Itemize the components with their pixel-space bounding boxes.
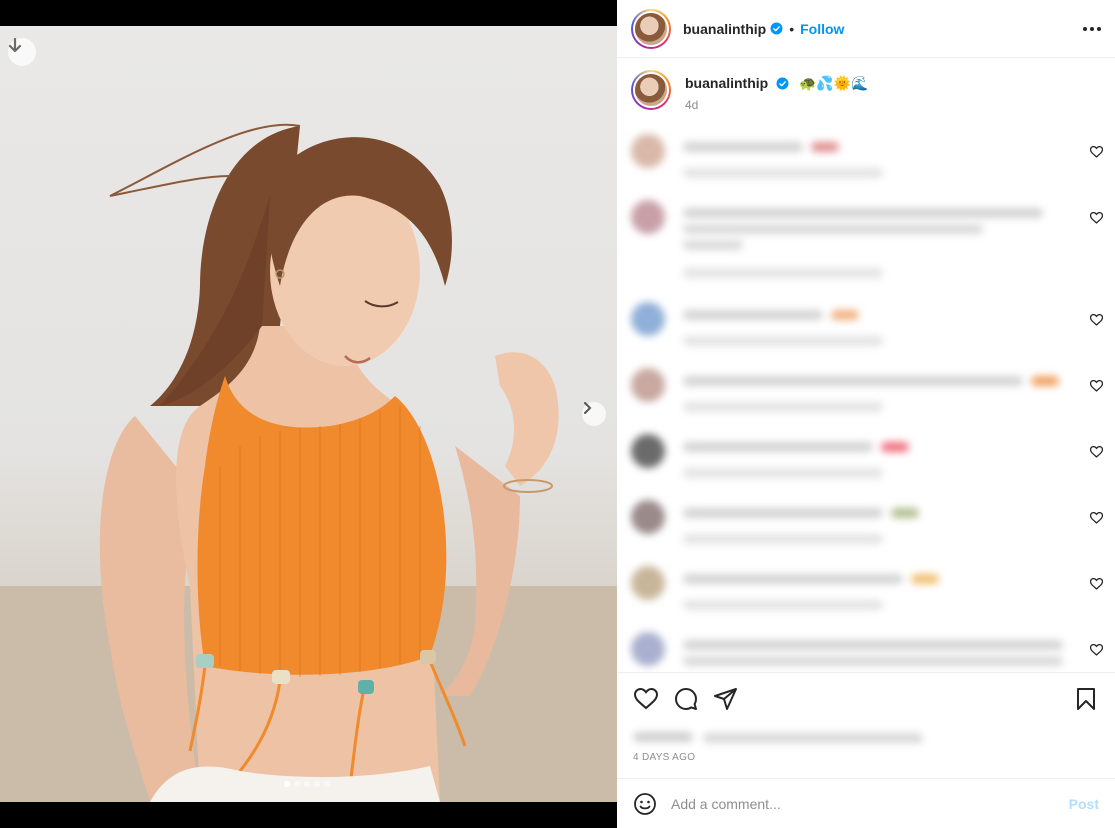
post-viewer: buanalinthip • Follow buanalinthip 🐢💦🌞🌊	[0, 0, 1115, 828]
comment-item	[617, 362, 1115, 428]
comment-item	[617, 128, 1115, 194]
commenter-avatar[interactable]	[631, 302, 665, 336]
comment-item	[617, 560, 1115, 626]
caption-avatar[interactable]	[631, 70, 671, 110]
verified-badge-icon	[770, 22, 783, 35]
post-date: 4 DAYS AGO	[633, 752, 696, 763]
next-slide-button[interactable]	[582, 402, 606, 426]
like-button[interactable]	[633, 686, 659, 712]
media-panel	[0, 0, 617, 828]
comment-item	[617, 626, 1115, 672]
avatar[interactable]	[631, 8, 671, 49]
bookmark-icon	[1077, 687, 1095, 710]
share-button[interactable]	[713, 686, 739, 712]
carousel-dot	[304, 781, 310, 787]
action-bar	[617, 672, 1115, 724]
carousel-dot	[314, 781, 320, 787]
commenter-avatar[interactable]	[631, 434, 665, 468]
comment-button[interactable]	[673, 686, 699, 712]
photo-illustration	[0, 123, 617, 802]
verified-badge-icon	[776, 77, 789, 90]
carousel-dot	[294, 781, 300, 787]
caption-username[interactable]: buanalinthip	[685, 75, 768, 91]
comment-like-icon[interactable]	[1090, 512, 1103, 524]
comment-icon	[675, 687, 697, 710]
heart-icon	[634, 687, 658, 709]
separator-dot: •	[789, 20, 795, 37]
commenter-avatar[interactable]	[631, 632, 665, 666]
download-arrow-icon	[8, 38, 22, 53]
post-header: buanalinthip • Follow	[617, 0, 1115, 58]
comment-like-icon[interactable]	[1090, 644, 1103, 656]
chevron-right-icon	[584, 402, 592, 414]
commenter-avatar[interactable]	[631, 500, 665, 534]
follow-button[interactable]: Follow	[800, 21, 844, 37]
likes-summary[interactable]	[633, 728, 933, 748]
comment-item	[617, 494, 1115, 560]
emoji-icon[interactable]	[633, 792, 657, 816]
comment-like-icon[interactable]	[1090, 578, 1103, 590]
comment-input[interactable]	[671, 795, 1069, 812]
commenter-avatar[interactable]	[631, 566, 665, 600]
more-options-icon[interactable]	[1083, 26, 1101, 31]
share-icon	[714, 687, 737, 710]
comment-like-icon[interactable]	[1090, 446, 1103, 458]
comment-composer: Post	[617, 778, 1115, 828]
commenter-avatar[interactable]	[631, 200, 665, 234]
caption-emojis: 🐢💦🌞🌊	[799, 75, 869, 91]
post-side-panel: buanalinthip • Follow buanalinthip 🐢💦🌞🌊	[617, 0, 1115, 828]
comment-list	[617, 128, 1115, 672]
post-comment-button[interactable]: Post	[1069, 796, 1099, 812]
download-button[interactable]	[8, 38, 36, 66]
post-photo[interactable]	[0, 26, 617, 802]
save-button[interactable]	[1073, 686, 1099, 712]
comment-item	[617, 296, 1115, 362]
commenter-avatar[interactable]	[631, 134, 665, 168]
carousel-dot	[324, 781, 330, 787]
comment-like-icon[interactable]	[1090, 314, 1103, 326]
comment-item	[617, 194, 1115, 296]
comment-like-icon[interactable]	[1090, 146, 1103, 158]
commenter-avatar[interactable]	[631, 368, 665, 402]
carousel-dots	[284, 781, 330, 787]
post-caption: buanalinthip 🐢💦🌞🌊 4d	[617, 58, 1115, 120]
comment-item	[617, 428, 1115, 494]
comment-like-icon[interactable]	[1090, 380, 1103, 392]
post-time: 4d	[685, 98, 699, 112]
username-link[interactable]: buanalinthip	[683, 21, 766, 37]
carousel-dot	[284, 781, 290, 787]
comment-like-icon[interactable]	[1090, 212, 1103, 224]
